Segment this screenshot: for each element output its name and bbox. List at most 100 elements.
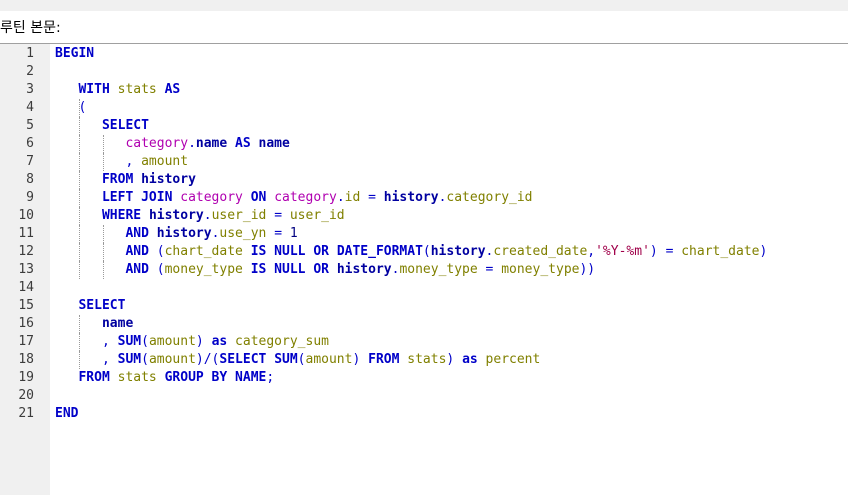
line-text: FROM stats GROUP BY NAME; [55, 369, 274, 387]
line-text: WITH stats AS [55, 81, 180, 99]
code-line: 21 END [0, 405, 848, 423]
code-token: chart_date [164, 244, 243, 259]
code-token: AND [125, 244, 149, 259]
code-token: AS [235, 136, 251, 151]
code-token: SUM [117, 334, 142, 349]
code-token: FROM [78, 370, 110, 385]
code-line: 10 WHERE history.user_id = user_id [0, 207, 848, 225]
code-token: money_type [164, 262, 243, 277]
line-text: category.name AS name [55, 135, 290, 153]
line-number: 21 [18, 406, 34, 421]
code-line: 8 FROM history [0, 171, 848, 189]
line-number: 13 [18, 262, 34, 277]
code-area[interactable]: 1 BEGIN 2 3 WITH stats AS 4 (5 SELECT 6 categ… [0, 44, 848, 495]
line-text: SELECT [55, 297, 125, 315]
title-row: 루틴 본문: [0, 11, 848, 44]
code-token: = [368, 190, 376, 205]
code-token: ( [141, 352, 149, 367]
code-token: AS [164, 82, 181, 97]
line-number: 20 [18, 388, 34, 403]
code-token: amount [148, 334, 196, 349]
code-token: money_type [399, 262, 478, 277]
code-token: id [344, 190, 361, 205]
code-token: IS NULL [250, 262, 306, 277]
code-token: . [336, 190, 345, 205]
code-token: stats [117, 370, 157, 385]
code-token: SUM [274, 352, 298, 367]
code-token: as [211, 334, 228, 349]
line-text: , SUM(amount) as category_sum [55, 333, 329, 351]
line-number: 2 [26, 64, 34, 79]
code-line: 9 LEFT JOIN category ON category.id = hi… [0, 189, 848, 207]
top-strip [0, 0, 848, 11]
code-token: ( [78, 100, 87, 115]
code-token: SELECT [101, 118, 149, 133]
line-number: 8 [26, 172, 34, 187]
code-token: OR [313, 244, 329, 259]
code-token: money_type [501, 262, 580, 277]
line-number: 9 [26, 190, 34, 205]
code-token: amount [305, 352, 353, 367]
code-token: AND [125, 262, 149, 277]
code-editor[interactable]: 1 BEGIN 2 3 WITH stats AS 4 (5 SELECT 6 categ… [0, 44, 848, 495]
code-token: WHERE [101, 208, 142, 223]
code-token: stats [117, 82, 157, 97]
code-token: ( [156, 262, 165, 277]
code-token: amount [141, 154, 189, 169]
code-token: amount [148, 352, 196, 367]
code-token: IS NULL [250, 244, 306, 259]
line-text: AND (money_type IS NULL OR history.money… [55, 261, 595, 279]
code-token: ( [141, 334, 149, 349]
line-number: 3 [26, 82, 34, 97]
code-line: 6 category.name AS name [0, 135, 848, 153]
code-token: history [383, 190, 439, 205]
code-token: ) [195, 334, 204, 349]
code-token: )/( [195, 352, 220, 367]
code-token: name [195, 136, 228, 151]
code-token: FROM [101, 172, 134, 187]
code-line: 14 [0, 279, 848, 297]
code-token: = [274, 208, 283, 223]
line-text: AND history.use_yn = 1 [55, 225, 297, 243]
code-token: history [141, 172, 196, 187]
code-line: 11 AND history.use_yn = 1 [0, 225, 848, 243]
code-token: '%Y-%m' [595, 244, 650, 259]
code-token: , [587, 244, 596, 259]
code-token: name [258, 136, 290, 151]
code-token: as [462, 352, 478, 367]
code-token: WITH [78, 82, 110, 97]
code-token: history [156, 226, 212, 241]
code-line: 18 , SUM(amount)/(SELECT SUM(amount) FRO… [0, 351, 848, 369]
code-token: ; [266, 370, 275, 385]
line-number: 10 [18, 208, 34, 223]
line-number: 14 [18, 280, 34, 295]
code-token: SELECT [78, 298, 126, 313]
code-token: category [180, 190, 243, 205]
code-token: created_date [493, 244, 588, 259]
line-number: 7 [26, 154, 34, 169]
